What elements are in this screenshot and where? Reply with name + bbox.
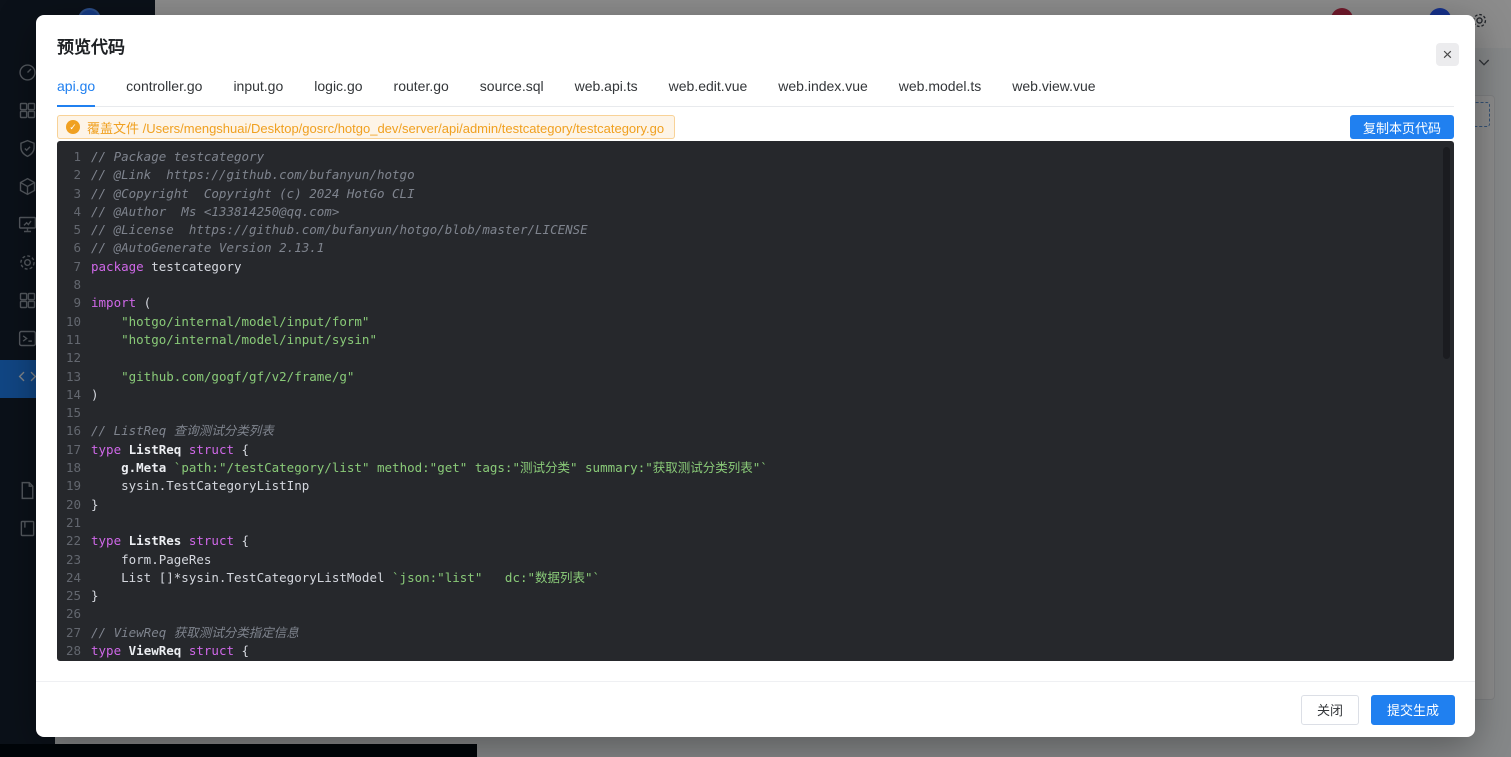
code-line: 14) — [57, 386, 1454, 404]
code-line: 20} — [57, 496, 1454, 514]
tab-input.go[interactable]: input.go — [233, 72, 283, 106]
code-line: 21 — [57, 514, 1454, 532]
copy-page-code-button[interactable]: 复制本页代码 — [1350, 115, 1454, 139]
close-icon[interactable]: × — [1436, 43, 1459, 66]
tab-source.sql[interactable]: source.sql — [480, 72, 544, 106]
code-scrollbar[interactable] — [1443, 147, 1450, 359]
code-line: 5// @License https://github.com/bufanyun… — [57, 221, 1454, 239]
code-line: 16// ListReq 查询测试分类列表 — [57, 422, 1454, 440]
modal-title: 预览代码 — [57, 33, 1454, 58]
code-line: 28type ViewReq struct { — [57, 642, 1454, 660]
file-tabs: api.go controller.go input.go logic.go route… — [57, 72, 1454, 107]
code-line: 11 "hotgo/internal/model/input/sysin" — [57, 331, 1454, 349]
code-line: 8 — [57, 276, 1454, 294]
check-circle-icon: ✓ — [66, 120, 80, 134]
code-line: 24 List []*sysin.TestCategoryListModel `… — [57, 569, 1454, 587]
code-line: 27// ViewReq 获取测试分类指定信息 — [57, 624, 1454, 642]
code-line: 26 — [57, 605, 1454, 623]
modal-footer: 关闭 提交生成 — [36, 681, 1475, 737]
code-line: 13 "github.com/gogf/gf/v2/frame/g" — [57, 368, 1454, 386]
tab-controller.go[interactable]: controller.go — [126, 72, 202, 106]
code-line: 12 — [57, 349, 1454, 367]
code-line: 6// @AutoGenerate Version 2.13.1 — [57, 239, 1454, 257]
code-line: 22type ListRes struct { — [57, 532, 1454, 550]
code-line: 25} — [57, 587, 1454, 605]
overwrite-file-text: 覆盖文件 /Users/mengshuai/Desktop/gosrc/hotg… — [87, 118, 664, 137]
code-line: 7package testcategory — [57, 258, 1454, 276]
tab-web.view.vue[interactable]: web.view.vue — [1012, 72, 1095, 106]
code-line: 29 g.Meta `path:"/testCategory/view" met… — [57, 660, 1454, 661]
code-line: 4// @Author Ms <133814250@qq.com> — [57, 203, 1454, 221]
close-button[interactable]: 关闭 — [1301, 695, 1359, 725]
preview-code-modal: × 预览代码 api.go controller.go input.go logic.… — [36, 15, 1475, 737]
alert-row: ✓ 覆盖文件 /Users/mengshuai/Desktop/gosrc/ho… — [57, 115, 1454, 139]
overwrite-file-alert: ✓ 覆盖文件 /Users/mengshuai/Desktop/gosrc/ho… — [57, 115, 675, 139]
tab-web.api.ts[interactable]: web.api.ts — [575, 72, 638, 106]
code-line: 9import ( — [57, 294, 1454, 312]
code-line: 2// @Link https://github.com/bufanyun/ho… — [57, 166, 1454, 184]
tab-api.go[interactable]: api.go — [57, 72, 95, 107]
code-line: 17type ListReq struct { — [57, 441, 1454, 459]
modal-header: 预览代码 api.go controller.go input.go logic.go… — [36, 15, 1475, 107]
code-line: 10 "hotgo/internal/model/input/form" — [57, 313, 1454, 331]
submit-generate-button[interactable]: 提交生成 — [1371, 695, 1455, 725]
code-line: 23 form.PageRes — [57, 551, 1454, 569]
tab-web.model.ts[interactable]: web.model.ts — [899, 72, 981, 106]
code-line: 19 sysin.TestCategoryListInp — [57, 477, 1454, 495]
code-line: 18 g.Meta `path:"/testCategory/list" met… — [57, 459, 1454, 477]
tab-web.edit.vue[interactable]: web.edit.vue — [669, 72, 748, 106]
code-line: 1// Package testcategory — [57, 148, 1454, 166]
code-line: 15 — [57, 404, 1454, 422]
tab-logic.go[interactable]: logic.go — [314, 72, 362, 106]
tab-router.go[interactable]: router.go — [394, 72, 449, 106]
code-line: 3// @Copyright Copyright (c) 2024 HotGo … — [57, 185, 1454, 203]
code-preview[interactable]: 1// Package testcategory2// @Link https:… — [57, 141, 1454, 661]
tab-web.index.vue[interactable]: web.index.vue — [778, 72, 868, 106]
